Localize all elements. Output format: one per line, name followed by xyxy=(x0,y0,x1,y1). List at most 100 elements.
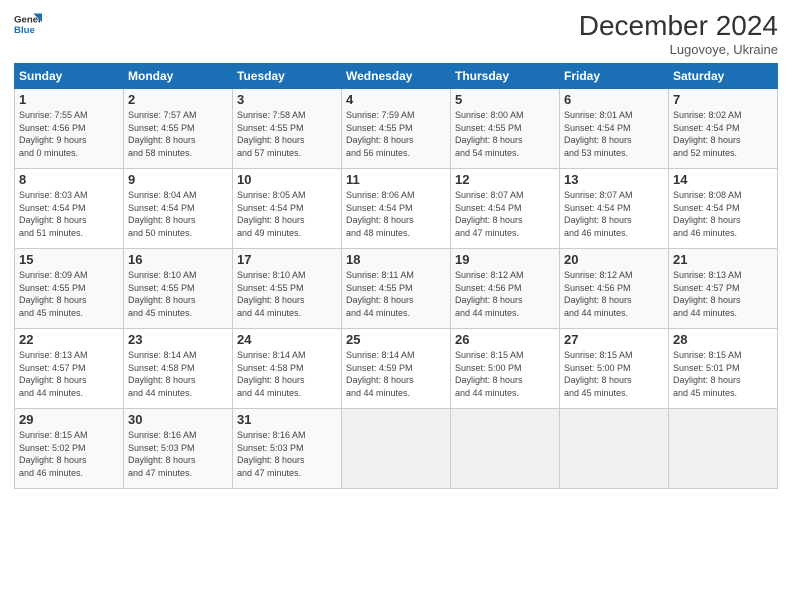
day-number: 18 xyxy=(346,252,446,267)
col-header-monday: Monday xyxy=(124,64,233,89)
day-cell: 17 Sunrise: 8:10 AM Sunset: 4:55 PM Dayli… xyxy=(233,249,342,329)
day-number: 22 xyxy=(19,332,119,347)
day-info: Sunrise: 8:13 AM Sunset: 4:57 PM Dayligh… xyxy=(673,269,773,319)
day-number: 24 xyxy=(237,332,337,347)
day-number: 20 xyxy=(564,252,664,267)
day-number: 8 xyxy=(19,172,119,187)
calendar-table: SundayMondayTuesdayWednesdayThursdayFrid… xyxy=(14,63,778,489)
day-info: Sunrise: 8:01 AM Sunset: 4:54 PM Dayligh… xyxy=(564,109,664,159)
col-header-saturday: Saturday xyxy=(669,64,778,89)
day-cell: 23 Sunrise: 8:14 AM Sunset: 4:58 PM Dayli… xyxy=(124,329,233,409)
day-info: Sunrise: 8:11 AM Sunset: 4:55 PM Dayligh… xyxy=(346,269,446,319)
col-header-tuesday: Tuesday xyxy=(233,64,342,89)
day-info: Sunrise: 7:58 AM Sunset: 4:55 PM Dayligh… xyxy=(237,109,337,159)
page-container: General Blue December 2024 Lugovoye, Ukr… xyxy=(0,0,792,495)
day-cell: 25 Sunrise: 8:14 AM Sunset: 4:59 PM Dayli… xyxy=(342,329,451,409)
week-row-1: 1Sunrise: 7:55 AM Sunset: 4:56 PM Daylig… xyxy=(15,89,778,169)
day-info: Sunrise: 8:15 AM Sunset: 5:00 PM Dayligh… xyxy=(564,349,664,399)
day-number: 9 xyxy=(128,172,228,187)
day-info: Sunrise: 8:08 AM Sunset: 4:54 PM Dayligh… xyxy=(673,189,773,239)
week-row-2: 8Sunrise: 8:03 AM Sunset: 4:54 PM Daylig… xyxy=(15,169,778,249)
day-info: Sunrise: 8:14 AM Sunset: 4:58 PM Dayligh… xyxy=(237,349,337,399)
day-info: Sunrise: 8:13 AM Sunset: 4:57 PM Dayligh… xyxy=(19,349,119,399)
header-row: SundayMondayTuesdayWednesdayThursdayFrid… xyxy=(15,64,778,89)
logo: General Blue xyxy=(14,10,42,38)
day-number: 11 xyxy=(346,172,446,187)
day-info: Sunrise: 8:07 AM Sunset: 4:54 PM Dayligh… xyxy=(564,189,664,239)
day-number: 4 xyxy=(346,92,446,107)
day-number: 17 xyxy=(237,252,337,267)
day-cell: 22 Sunrise: 8:13 AM Sunset: 4:57 PM Dayli… xyxy=(15,329,124,409)
day-cell xyxy=(669,409,778,489)
day-cell: 29 Sunrise: 8:15 AM Sunset: 5:02 PM Dayli… xyxy=(15,409,124,489)
day-cell: 19 Sunrise: 8:12 AM Sunset: 4:56 PM Dayli… xyxy=(451,249,560,329)
day-cell: 20Sunrise: 8:12 AM Sunset: 4:56 PM Dayli… xyxy=(560,249,669,329)
day-cell xyxy=(342,409,451,489)
day-info: Sunrise: 8:02 AM Sunset: 4:54 PM Dayligh… xyxy=(673,109,773,159)
day-cell: 3 Sunrise: 7:58 AM Sunset: 4:55 PM Daylig… xyxy=(233,89,342,169)
day-cell: 28Sunrise: 8:15 AM Sunset: 5:01 PM Dayli… xyxy=(669,329,778,409)
day-info: Sunrise: 8:05 AM Sunset: 4:54 PM Dayligh… xyxy=(237,189,337,239)
day-cell: 2 Sunrise: 7:57 AM Sunset: 4:55 PM Daylig… xyxy=(124,89,233,169)
day-cell: 11 Sunrise: 8:06 AM Sunset: 4:54 PM Dayli… xyxy=(342,169,451,249)
day-cell: 1Sunrise: 7:55 AM Sunset: 4:56 PM Daylig… xyxy=(15,89,124,169)
day-info: Sunrise: 8:16 AM Sunset: 5:03 PM Dayligh… xyxy=(128,429,228,479)
day-info: Sunrise: 8:07 AM Sunset: 4:54 PM Dayligh… xyxy=(455,189,555,239)
day-number: 25 xyxy=(346,332,446,347)
location: Lugovoye, Ukraine xyxy=(579,42,778,57)
day-info: Sunrise: 7:57 AM Sunset: 4:55 PM Dayligh… xyxy=(128,109,228,159)
col-header-friday: Friday xyxy=(560,64,669,89)
day-cell: 5 Sunrise: 8:00 AM Sunset: 4:55 PM Daylig… xyxy=(451,89,560,169)
week-row-3: 15Sunrise: 8:09 AM Sunset: 4:55 PM Dayli… xyxy=(15,249,778,329)
day-info: Sunrise: 8:14 AM Sunset: 4:58 PM Dayligh… xyxy=(128,349,228,399)
day-number: 26 xyxy=(455,332,555,347)
day-number: 2 xyxy=(128,92,228,107)
day-info: Sunrise: 8:15 AM Sunset: 5:02 PM Dayligh… xyxy=(19,429,119,479)
week-row-4: 22 Sunrise: 8:13 AM Sunset: 4:57 PM Dayli… xyxy=(15,329,778,409)
day-info: Sunrise: 8:12 AM Sunset: 4:56 PM Dayligh… xyxy=(455,269,555,319)
day-number: 14 xyxy=(673,172,773,187)
day-info: Sunrise: 8:14 AM Sunset: 4:59 PM Dayligh… xyxy=(346,349,446,399)
day-cell xyxy=(451,409,560,489)
day-number: 3 xyxy=(237,92,337,107)
day-cell: 8Sunrise: 8:03 AM Sunset: 4:54 PM Daylig… xyxy=(15,169,124,249)
day-number: 15 xyxy=(19,252,119,267)
day-number: 19 xyxy=(455,252,555,267)
day-cell: 10Sunrise: 8:05 AM Sunset: 4:54 PM Dayli… xyxy=(233,169,342,249)
day-cell: 14 Sunrise: 8:08 AM Sunset: 4:54 PM Dayli… xyxy=(669,169,778,249)
day-info: Sunrise: 8:06 AM Sunset: 4:54 PM Dayligh… xyxy=(346,189,446,239)
day-cell: 6 Sunrise: 8:01 AM Sunset: 4:54 PM Daylig… xyxy=(560,89,669,169)
day-cell: 16Sunrise: 8:10 AM Sunset: 4:55 PM Dayli… xyxy=(124,249,233,329)
day-info: Sunrise: 7:59 AM Sunset: 4:55 PM Dayligh… xyxy=(346,109,446,159)
col-header-wednesday: Wednesday xyxy=(342,64,451,89)
day-number: 23 xyxy=(128,332,228,347)
title-block: December 2024 Lugovoye, Ukraine xyxy=(579,10,778,57)
day-info: Sunrise: 8:00 AM Sunset: 4:55 PM Dayligh… xyxy=(455,109,555,159)
day-number: 16 xyxy=(128,252,228,267)
day-cell: 31 Sunrise: 8:16 AM Sunset: 5:03 PM Dayli… xyxy=(233,409,342,489)
day-info: Sunrise: 8:04 AM Sunset: 4:54 PM Dayligh… xyxy=(128,189,228,239)
day-cell: 12Sunrise: 8:07 AM Sunset: 4:54 PM Dayli… xyxy=(451,169,560,249)
day-info: Sunrise: 8:10 AM Sunset: 4:55 PM Dayligh… xyxy=(237,269,337,319)
day-number: 30 xyxy=(128,412,228,427)
week-row-5: 29 Sunrise: 8:15 AM Sunset: 5:02 PM Dayli… xyxy=(15,409,778,489)
day-number: 28 xyxy=(673,332,773,347)
day-number: 31 xyxy=(237,412,337,427)
day-info: Sunrise: 8:16 AM Sunset: 5:03 PM Dayligh… xyxy=(237,429,337,479)
day-number: 5 xyxy=(455,92,555,107)
day-cell: 15Sunrise: 8:09 AM Sunset: 4:55 PM Dayli… xyxy=(15,249,124,329)
col-header-thursday: Thursday xyxy=(451,64,560,89)
day-number: 1 xyxy=(19,92,119,107)
day-cell: 7 Sunrise: 8:02 AM Sunset: 4:54 PM Daylig… xyxy=(669,89,778,169)
day-number: 7 xyxy=(673,92,773,107)
day-number: 21 xyxy=(673,252,773,267)
svg-text:Blue: Blue xyxy=(14,25,35,36)
col-header-sunday: Sunday xyxy=(15,64,124,89)
day-cell: 24 Sunrise: 8:14 AM Sunset: 4:58 PM Dayli… xyxy=(233,329,342,409)
day-number: 13 xyxy=(564,172,664,187)
day-number: 27 xyxy=(564,332,664,347)
day-cell: 27 Sunrise: 8:15 AM Sunset: 5:00 PM Dayli… xyxy=(560,329,669,409)
day-number: 6 xyxy=(564,92,664,107)
day-number: 29 xyxy=(19,412,119,427)
day-cell: 21 Sunrise: 8:13 AM Sunset: 4:57 PM Dayli… xyxy=(669,249,778,329)
